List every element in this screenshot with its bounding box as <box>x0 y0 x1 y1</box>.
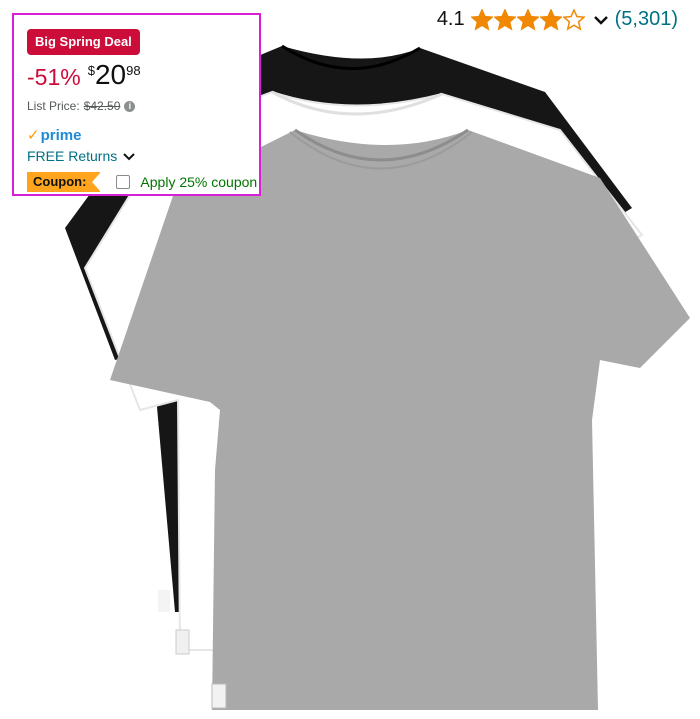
list-price-value: $42.50 <box>83 99 121 113</box>
deal-badge: Big Spring Deal <box>27 29 140 55</box>
deal-highlight-box: Big Spring Deal -51% $ 20 98 List Price:… <box>12 13 261 196</box>
price-currency: $ <box>87 63 95 78</box>
prime-label: prime <box>40 126 82 144</box>
review-count-link[interactable]: (5,301) <box>615 8 678 31</box>
star-filled-icon <box>539 8 562 31</box>
rating-value: 4.1 <box>436 8 465 30</box>
coupon-row: Coupon: Apply 25% coupon <box>27 172 257 192</box>
rating-row: 4.1 (5,301) <box>437 8 678 31</box>
list-price: List Price: $42.50 i <box>27 99 136 113</box>
list-price-label: List Price: <box>27 99 80 113</box>
price-whole: 20 <box>94 59 127 90</box>
info-icon[interactable]: i <box>124 100 136 112</box>
free-returns-label: FREE Returns <box>27 148 118 164</box>
price-fraction: 98 <box>126 63 141 78</box>
star-filled-icon <box>493 8 516 31</box>
prime-badge: ✓ prime <box>27 126 82 145</box>
chevron-down-icon[interactable] <box>593 14 609 26</box>
free-returns-link[interactable]: FREE Returns <box>27 148 135 164</box>
star-empty-icon <box>562 8 585 31</box>
coupon-apply-label[interactable]: Apply 25% coupon <box>140 174 257 190</box>
price-row: -51% $ 20 98 <box>27 61 141 91</box>
star-rating[interactable] <box>470 8 585 31</box>
prime-check-icon: ✓ <box>27 127 40 144</box>
discount-percent: -51% <box>27 64 81 90</box>
coupon-tag: Coupon: <box>27 172 102 192</box>
coupon-checkbox[interactable] <box>116 175 131 189</box>
chevron-down-icon <box>123 152 135 160</box>
star-filled-icon <box>470 8 493 31</box>
star-filled-icon <box>516 8 539 31</box>
